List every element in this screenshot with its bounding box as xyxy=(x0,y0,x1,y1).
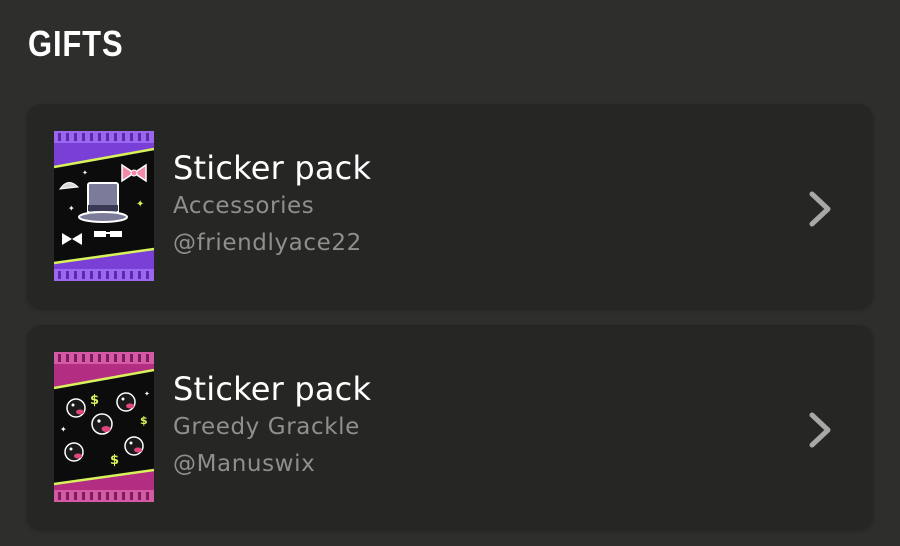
svg-text:$: $ xyxy=(110,453,119,468)
gift-info: Sticker pack Accessories @friendlyace22 xyxy=(173,148,371,262)
gift-title: Sticker pack xyxy=(173,370,372,408)
svg-text:$: $ xyxy=(140,414,148,427)
chevron-right-icon[interactable] xyxy=(805,411,835,449)
svg-text:✦: ✦ xyxy=(144,390,150,398)
section-title: GIFTS xyxy=(28,23,124,64)
svg-text:✦: ✦ xyxy=(60,425,67,434)
gift-author: @Manuswix xyxy=(173,451,316,477)
sticker-pack-accessories-icon: ✦ ✦ ✦ xyxy=(54,131,154,281)
svg-text:$: $ xyxy=(90,393,99,408)
gift-card-greedy-grackle[interactable]: $ $ $ ✦ ✦ Sticker pack Greedy Grackle @M… xyxy=(27,325,873,529)
gift-info: Sticker pack Greedy Grackle @Manuswix xyxy=(173,369,371,483)
svg-text:✦: ✦ xyxy=(136,199,144,210)
chevron-right-icon[interactable] xyxy=(805,190,835,228)
gift-pack-name: Greedy Grackle xyxy=(173,414,360,440)
gift-list: ✦ ✦ ✦ Sticker pack Accessories @friendly… xyxy=(27,104,873,546)
svg-text:✦: ✦ xyxy=(68,204,75,213)
gift-title: Sticker pack xyxy=(173,149,372,187)
gift-pack-name: Accessories xyxy=(173,193,315,219)
sticker-pack-greedy-grackle-icon: $ $ $ ✦ ✦ xyxy=(54,352,154,502)
svg-text:✦: ✦ xyxy=(82,169,88,177)
gift-card-accessories[interactable]: ✦ ✦ ✦ Sticker pack Accessories @friendly… xyxy=(27,104,873,308)
gift-author: @friendlyace22 xyxy=(173,230,362,256)
